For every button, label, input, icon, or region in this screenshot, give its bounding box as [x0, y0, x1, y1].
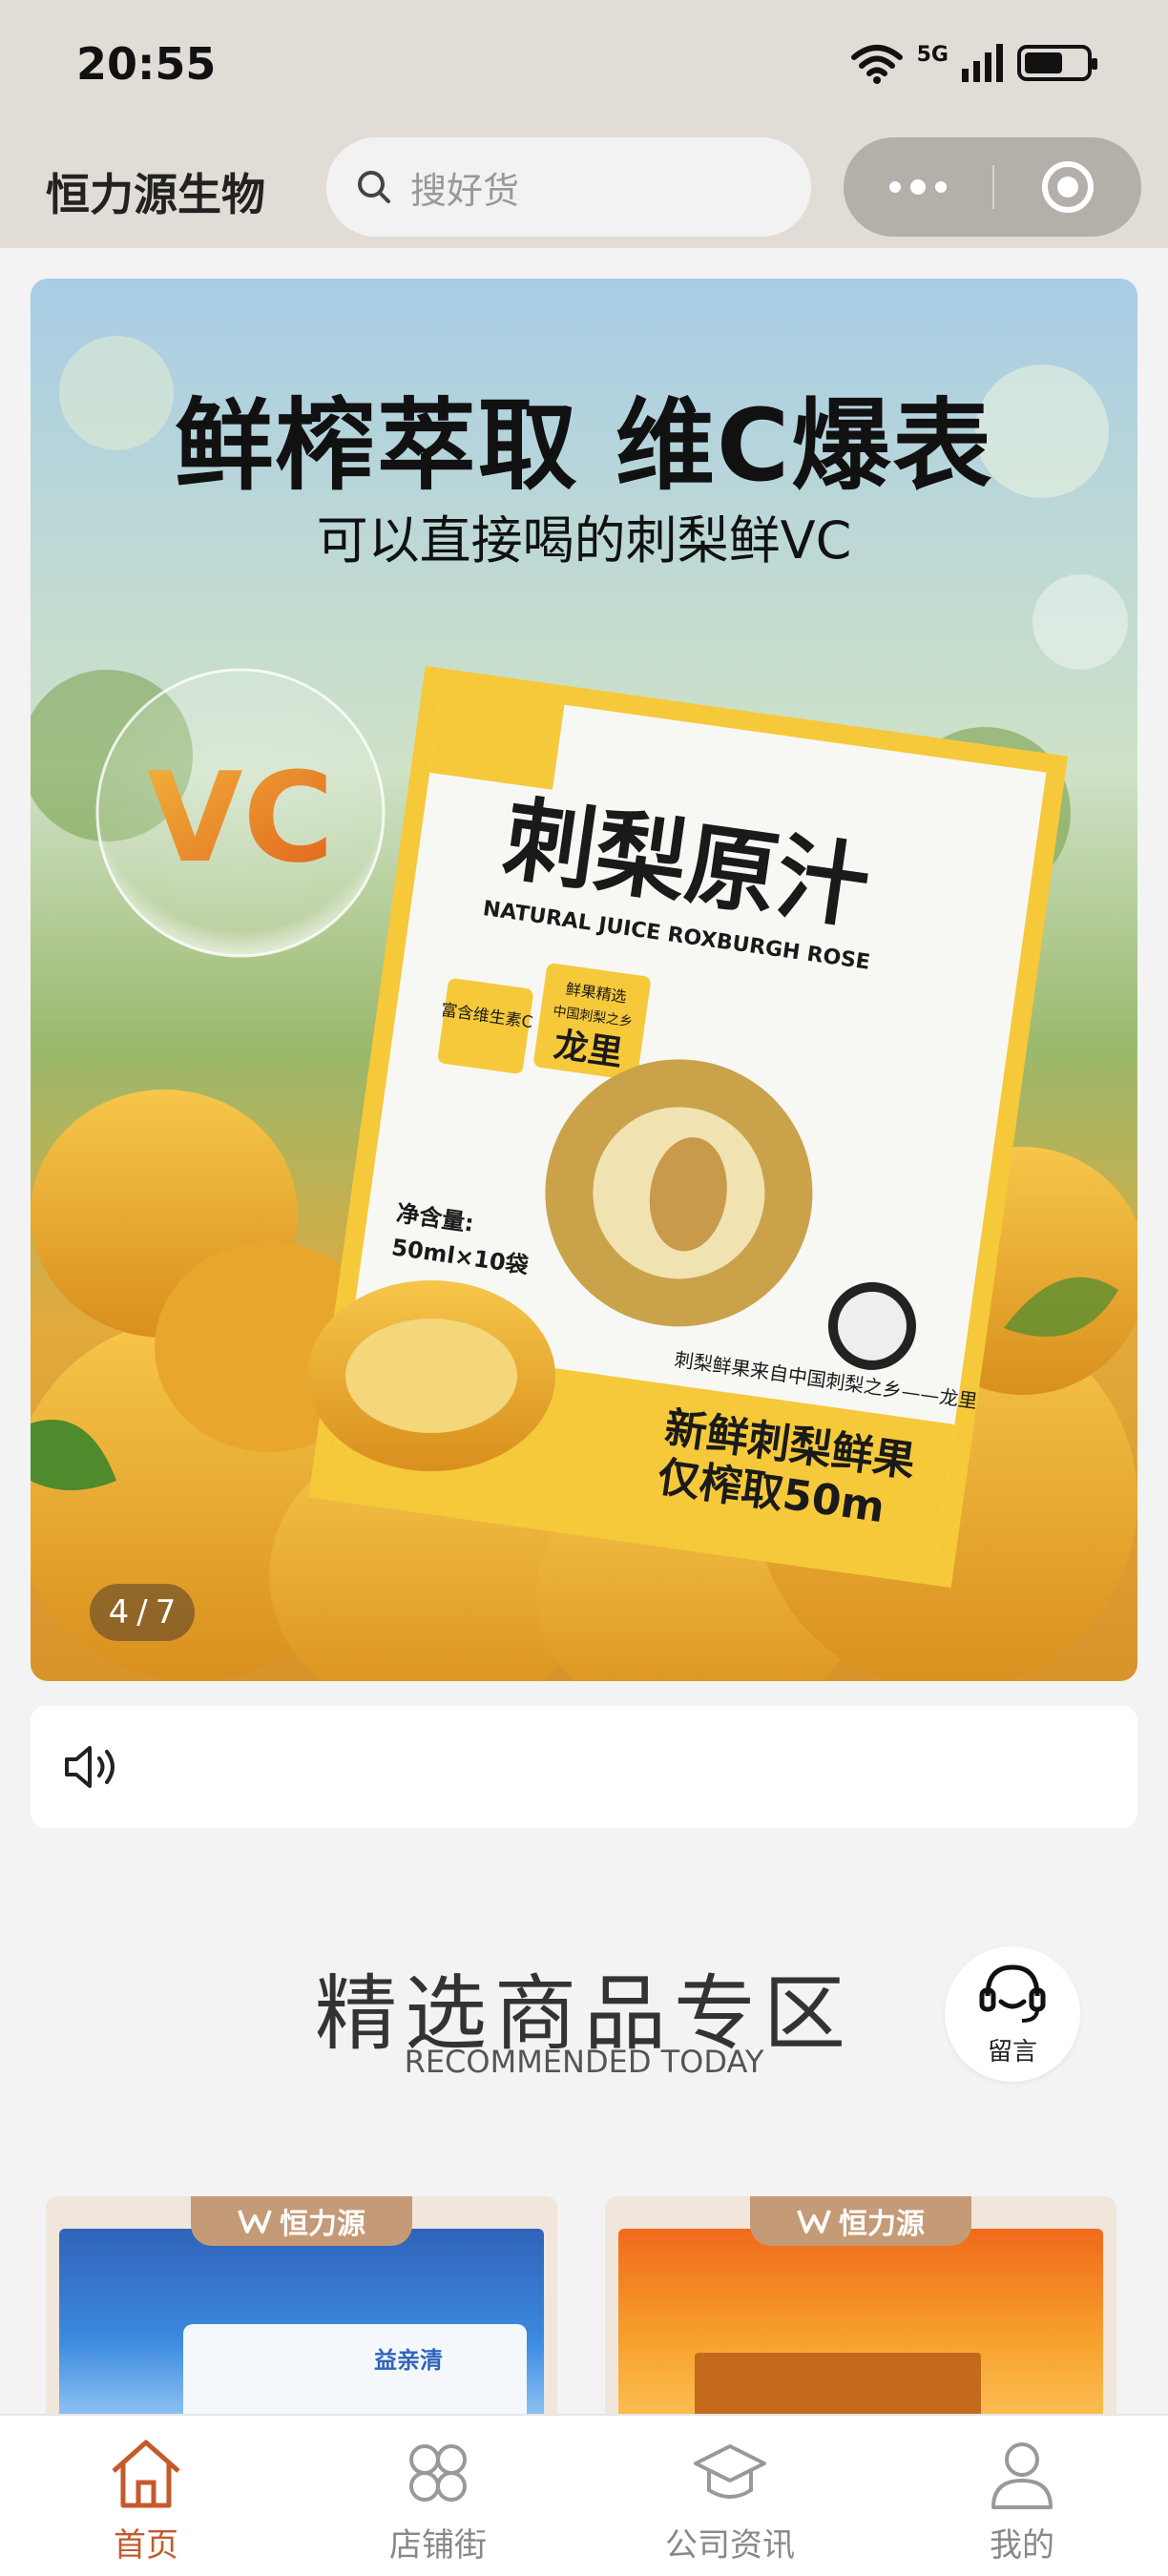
- product-card[interactable]: 恒力源: [605, 2196, 1116, 2416]
- more-menu-button[interactable]: [844, 137, 992, 237]
- tab-home-label: 首页: [114, 2526, 178, 2565]
- grid-icon: [409, 2444, 467, 2502]
- nav-bar: 恒力源生物 搜好货: [0, 134, 1168, 248]
- battery-icon: [1017, 45, 1097, 81]
- page-total: 7: [155, 1593, 177, 1631]
- tab-company-news[interactable]: 公司资讯: [584, 2433, 876, 2576]
- search-placeholder: 搜好货: [410, 169, 520, 212]
- brand-name: 恒力源: [839, 2208, 925, 2241]
- close-button[interactable]: [994, 137, 1141, 237]
- tab-stores-label: 店铺街: [389, 2526, 487, 2565]
- graduation-cap-icon: [694, 2444, 766, 2499]
- close-circle-icon: [1042, 161, 1094, 213]
- brand-tab: 恒力源: [750, 2196, 971, 2246]
- status-time: 20:55: [76, 38, 217, 90]
- speaker-icon: [65, 1746, 115, 1788]
- tab-home[interactable]: 首页: [0, 2433, 292, 2576]
- app-name: 恒力源生物: [46, 169, 265, 220]
- page-current: 4: [108, 1593, 130, 1631]
- wifi-icon: [850, 45, 903, 84]
- product-image: 益亲清: [59, 2229, 544, 2416]
- brand-logo-icon: [797, 2210, 831, 2233]
- product-image: [618, 2229, 1103, 2416]
- brand-tab: 恒力源: [191, 2196, 412, 2246]
- page-separator: /: [136, 1593, 148, 1631]
- carousel-indicator: 4 / 7: [90, 1584, 195, 1641]
- user-icon: [991, 2442, 1053, 2509]
- customer-service-icon: [979, 1963, 1046, 2023]
- product-card[interactable]: 益亲清 恒力源: [46, 2196, 557, 2416]
- product-box: [695, 2353, 981, 2416]
- notice-bar[interactable]: [31, 1706, 1137, 1828]
- search-input[interactable]: 搜好货: [326, 137, 811, 237]
- vc-text: VC: [147, 745, 334, 890]
- message-button[interactable]: 留言: [945, 1946, 1080, 2082]
- banner-title: 鲜榨萃取 维C爆表: [174, 387, 994, 504]
- signal-icon: [962, 44, 1003, 82]
- brand-name: 恒力源: [280, 2208, 365, 2241]
- home-icon: [112, 2440, 180, 2508]
- mini-program-capsule: [844, 137, 1141, 237]
- tab-company-news-label: 公司资讯: [665, 2526, 795, 2565]
- tab-mine[interactable]: 我的: [876, 2433, 1168, 2576]
- network-label: 5G: [916, 42, 949, 67]
- message-label: 留言: [987, 2037, 1037, 2067]
- status-bar: 20:55 5G: [0, 0, 1168, 134]
- product-pack: 益亲清: [183, 2324, 527, 2416]
- status-icons: 5G: [850, 42, 1097, 84]
- product-pack-label: 益亲清: [374, 2347, 443, 2374]
- bottom-tab-bar: 首页 店铺街 公司资讯 我的: [0, 2414, 1168, 2576]
- tab-stores[interactable]: 店铺街: [292, 2433, 584, 2576]
- search-icon: [358, 171, 390, 203]
- banner-subtitle: 可以直接喝的刺梨鲜VC: [316, 510, 852, 571]
- brand-logo-icon: [238, 2210, 272, 2233]
- banner-carousel[interactable]: VC 刺梨原汁 NATURAL JUICE ROXBURGH ROSE 富含维生…: [31, 279, 1137, 1681]
- tab-mine-label: 我的: [990, 2526, 1054, 2565]
